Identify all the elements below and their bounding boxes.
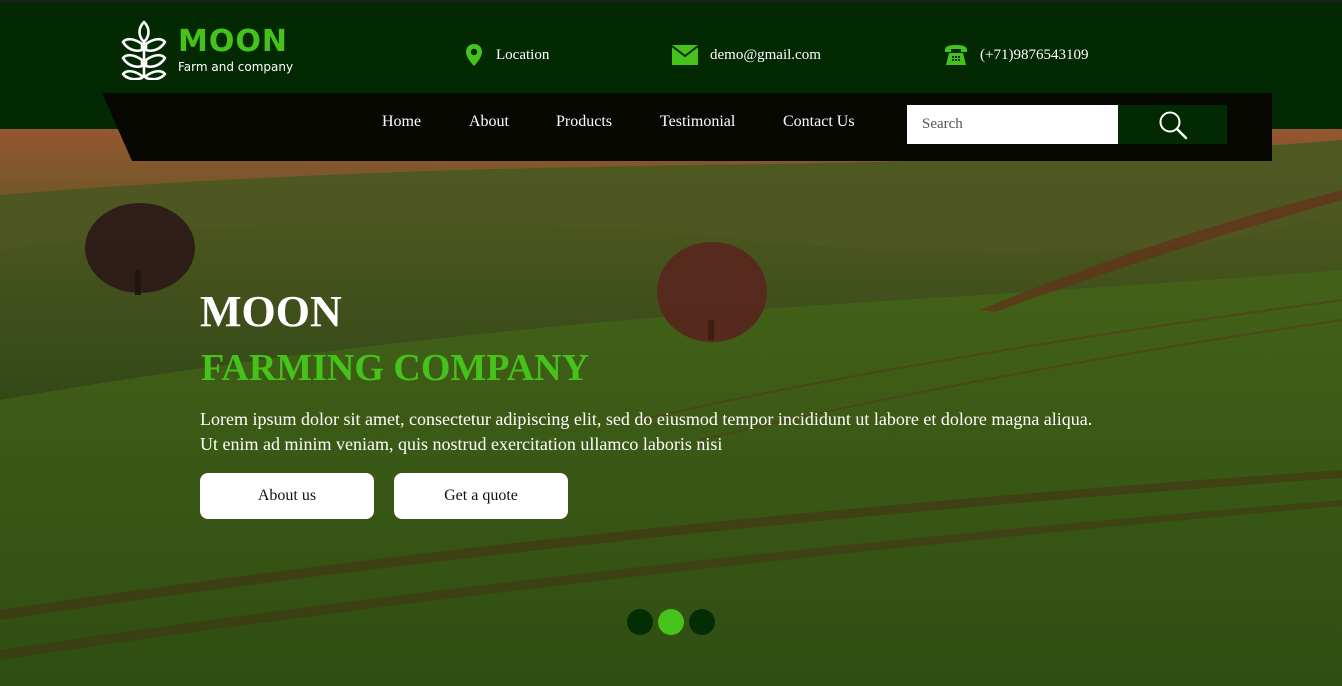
- nav-testimonial[interactable]: Testimonial: [660, 112, 735, 132]
- location-text: Location: [496, 46, 550, 63]
- contact-phone: (+71)9876543109: [944, 42, 1088, 68]
- nav-contact-us[interactable]: Contact Us: [783, 112, 855, 132]
- slider-dot-active[interactable]: [658, 609, 684, 635]
- brand-logo[interactable]: MOON Farm and company: [120, 20, 300, 80]
- slider-indicators: [627, 609, 717, 636]
- hero-subtitle: FARMING COMPANY: [201, 347, 590, 389]
- main-navigation: Home About Products Testimonial Contact …: [102, 93, 1272, 161]
- hero-description: Lorem ipsum dolor sit amet, consectetur …: [200, 409, 1093, 454]
- search-button[interactable]: [1118, 105, 1227, 144]
- search-icon: [1159, 111, 1187, 139]
- nav-about[interactable]: About: [469, 112, 509, 132]
- email-text[interactable]: demo@gmail.com: [710, 47, 821, 64]
- wheat-icon: [121, 20, 167, 80]
- brand-subtitle: Farm and company: [178, 60, 294, 74]
- phone-text[interactable]: (+71)9876543109: [980, 47, 1088, 64]
- contact-location: Location: [464, 42, 549, 68]
- get-a-quote-button[interactable]: Get a quote: [394, 473, 568, 519]
- about-us-button[interactable]: About us: [200, 473, 374, 519]
- telephone-icon: [945, 45, 967, 65]
- envelope-icon: [672, 45, 698, 65]
- contact-email: demo@gmail.com: [672, 42, 821, 68]
- brand-title: MOON: [178, 24, 288, 59]
- search-input[interactable]: [907, 105, 1118, 144]
- hero-title: MOON: [200, 287, 342, 336]
- slider-dot[interactable]: [627, 609, 653, 635]
- slider-dot[interactable]: [689, 609, 715, 635]
- map-pin-icon: [466, 44, 482, 66]
- nav-products[interactable]: Products: [556, 112, 612, 132]
- nav-home[interactable]: Home: [382, 112, 421, 132]
